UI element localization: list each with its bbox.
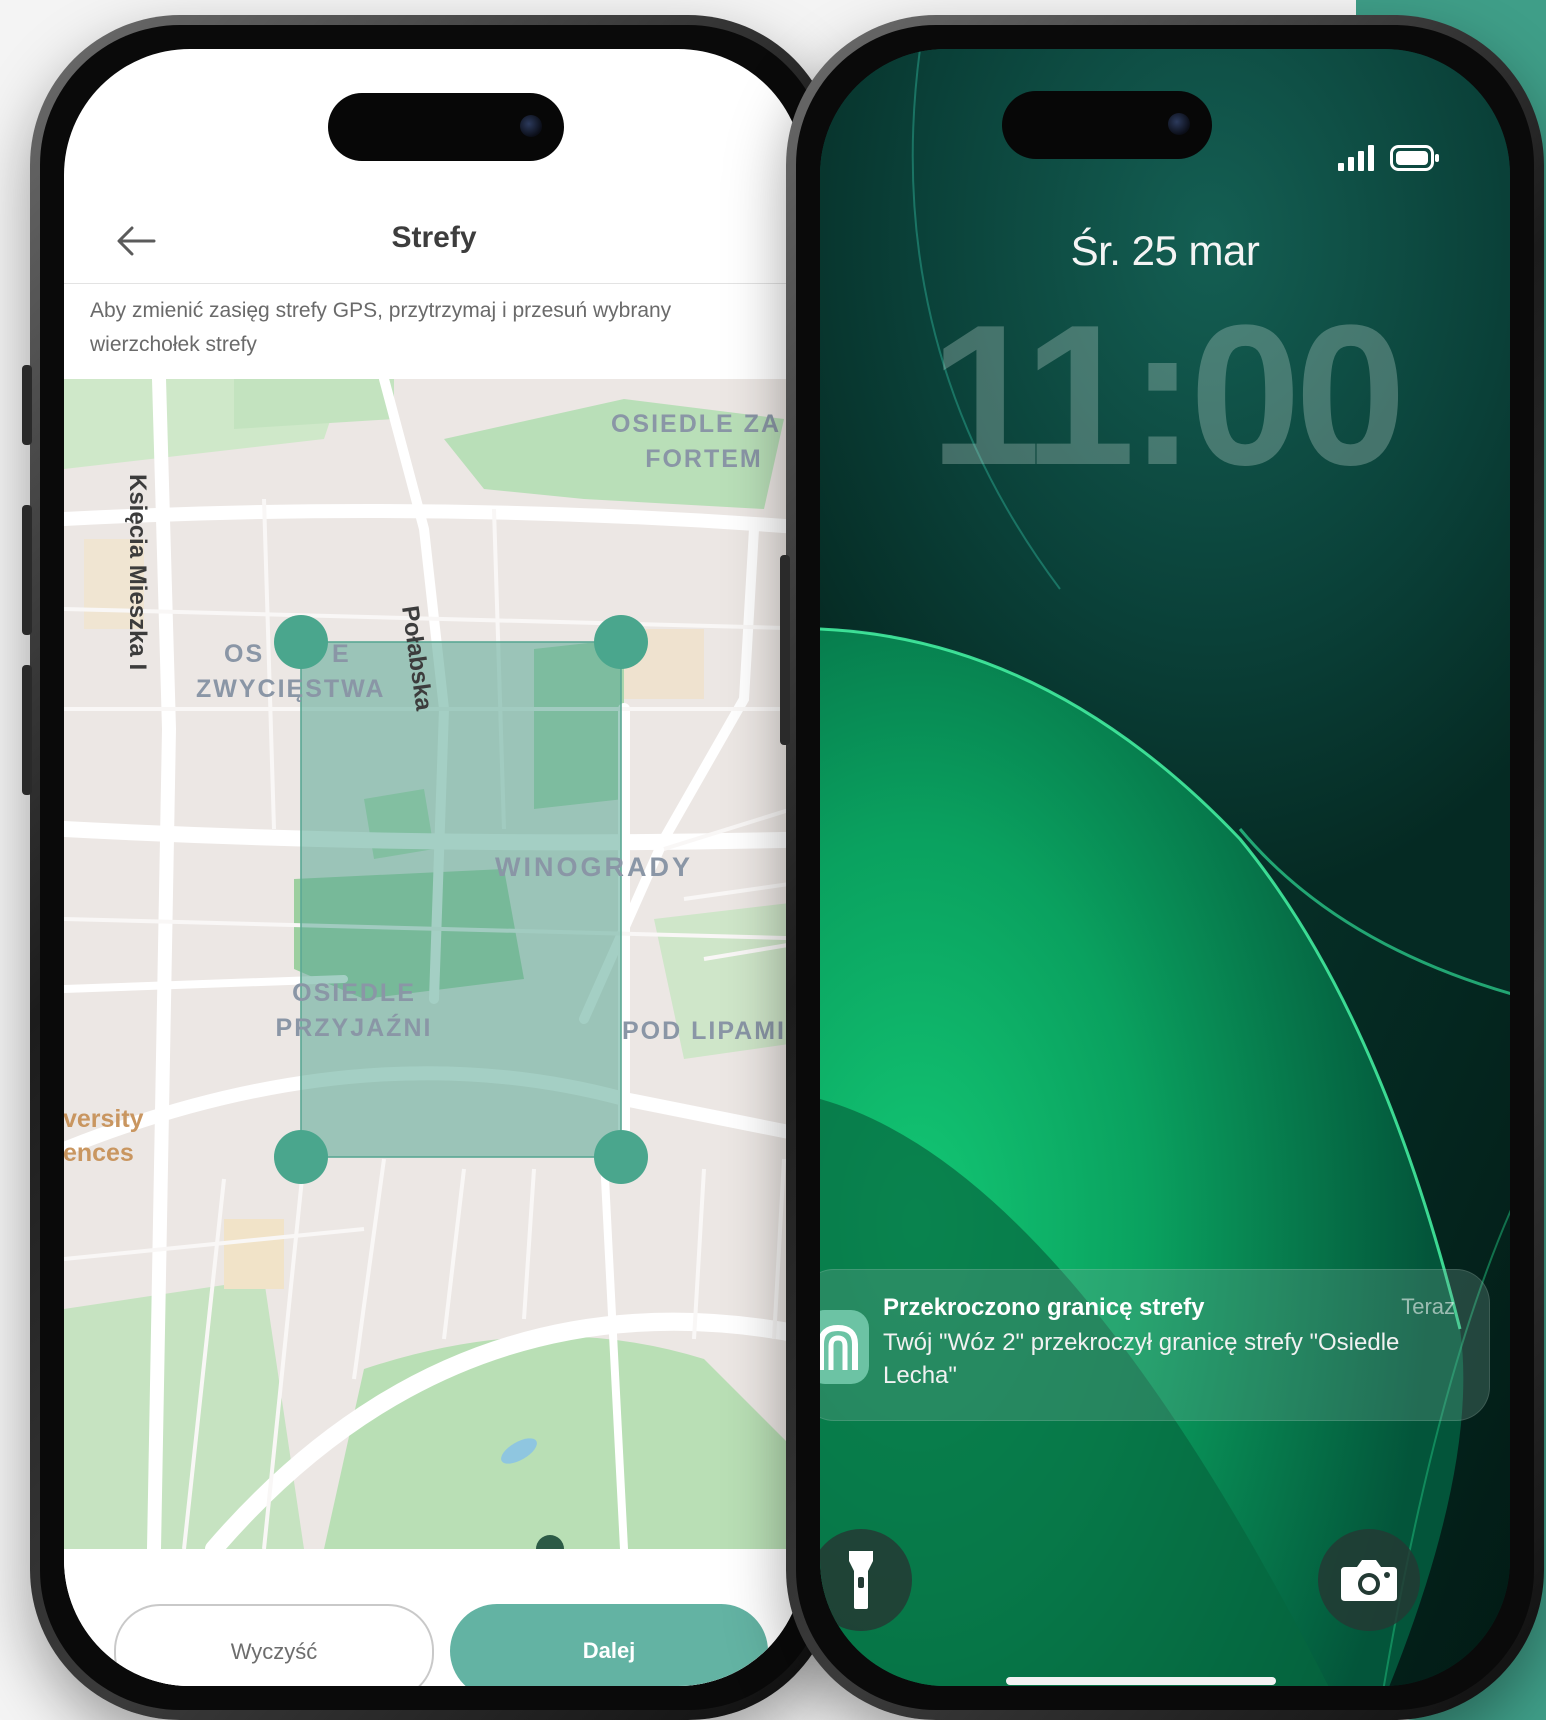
battery-icon: [1390, 145, 1439, 171]
next-button[interactable]: Dalej: [450, 1604, 768, 1686]
flashlight-icon: [849, 1551, 873, 1609]
map-label-osiedle-zwyciestwa: OS: [224, 640, 264, 668]
signal-icon: [1338, 145, 1374, 171]
zone-vertex-handle: [274, 1130, 328, 1184]
bezel: Śr. 25 mar 11:00 Przekroczono granicę st…: [796, 25, 1534, 1710]
side-button: [22, 665, 32, 795]
bottom-action-bar: Wyczyść Dalej: [64, 1559, 804, 1686]
lock-date: Śr. 25 mar: [1070, 227, 1260, 274]
phone-left: Strefy Aby zmienić zasięg strefy GPS, pr…: [22, 15, 838, 1720]
map-label-osiedle-za-fortem: OSIEDLE ZA: [611, 410, 781, 438]
map-label-osiedle-zwyciestwa: ZWYCIĘSTWA: [196, 675, 385, 703]
front-camera-icon: [520, 115, 542, 137]
zone-hint-text: Aby zmienić zasięg strefy GPS, przytrzym…: [90, 299, 672, 356]
front-camera-icon: [1168, 113, 1190, 135]
camera-icon: [1341, 1560, 1397, 1601]
side-button: [22, 505, 32, 635]
zone-map[interactable]: OSIEDLE ZA FORTEM OS E ZWYCIĘSTWA WINOGR…: [64, 379, 804, 1549]
camera-button[interactable]: [1318, 1529, 1420, 1631]
map-label-osiedle-przyjazni: PRZYJAŹNI: [276, 1013, 433, 1042]
app-screen: Strefy Aby zmienić zasięg strefy GPS, pr…: [64, 49, 804, 1686]
bezel: Strefy Aby zmienić zasięg strefy GPS, pr…: [40, 25, 828, 1710]
side-button: [780, 555, 790, 745]
app-icon: [820, 1310, 869, 1384]
notification-title: Przekroczono granicę strefy: [883, 1294, 1205, 1321]
map-label-winogrady: WINOGRADY: [495, 852, 693, 882]
street-label-ksiecia-mieszka: Księcia Mieszka I: [124, 474, 151, 670]
clear-button[interactable]: Wyczyść: [114, 1604, 434, 1686]
map-label-osiedle-zwyciestwa: E: [332, 640, 351, 668]
building-block: [224, 1219, 284, 1289]
dynamic-island: [328, 93, 564, 161]
side-button: [22, 365, 32, 445]
notification-card[interactable]: Przekroczono granicę strefy Teraz Twój "…: [820, 1269, 1490, 1421]
gps-zone-area: [300, 641, 622, 1158]
zone-vertex-handle: [594, 615, 648, 669]
map-label-university: iversity: [64, 1105, 144, 1133]
map-label-osiedle-za-fortem: FORTEM: [645, 445, 763, 473]
app-header: Strefy: [64, 199, 804, 284]
page-title: Strefy: [391, 221, 477, 254]
status-bar: [1338, 145, 1440, 171]
phone-right: Śr. 25 mar 11:00 Przekroczono granicę st…: [780, 15, 1544, 1720]
notification-time: Teraz: [1401, 1294, 1455, 1319]
dynamic-island: [1002, 91, 1212, 159]
map-label-osiedle-przyjazni: OSIEDLE: [292, 979, 416, 1007]
lock-clock: 11:00: [929, 284, 1407, 507]
home-indicator[interactable]: [1006, 1677, 1276, 1685]
zone-vertex-handle: [594, 1130, 648, 1184]
map-label-pod-lipami: POD LIPAMI: [622, 1017, 786, 1045]
zone-vertex-handle: [274, 615, 328, 669]
map-label-university: iences: [64, 1139, 134, 1167]
notification-body: Twój "Wóz 2" przekroczył granicę strefy …: [883, 1329, 1400, 1389]
lock-screen: Śr. 25 mar 11:00 Przekroczono granicę st…: [820, 49, 1510, 1686]
